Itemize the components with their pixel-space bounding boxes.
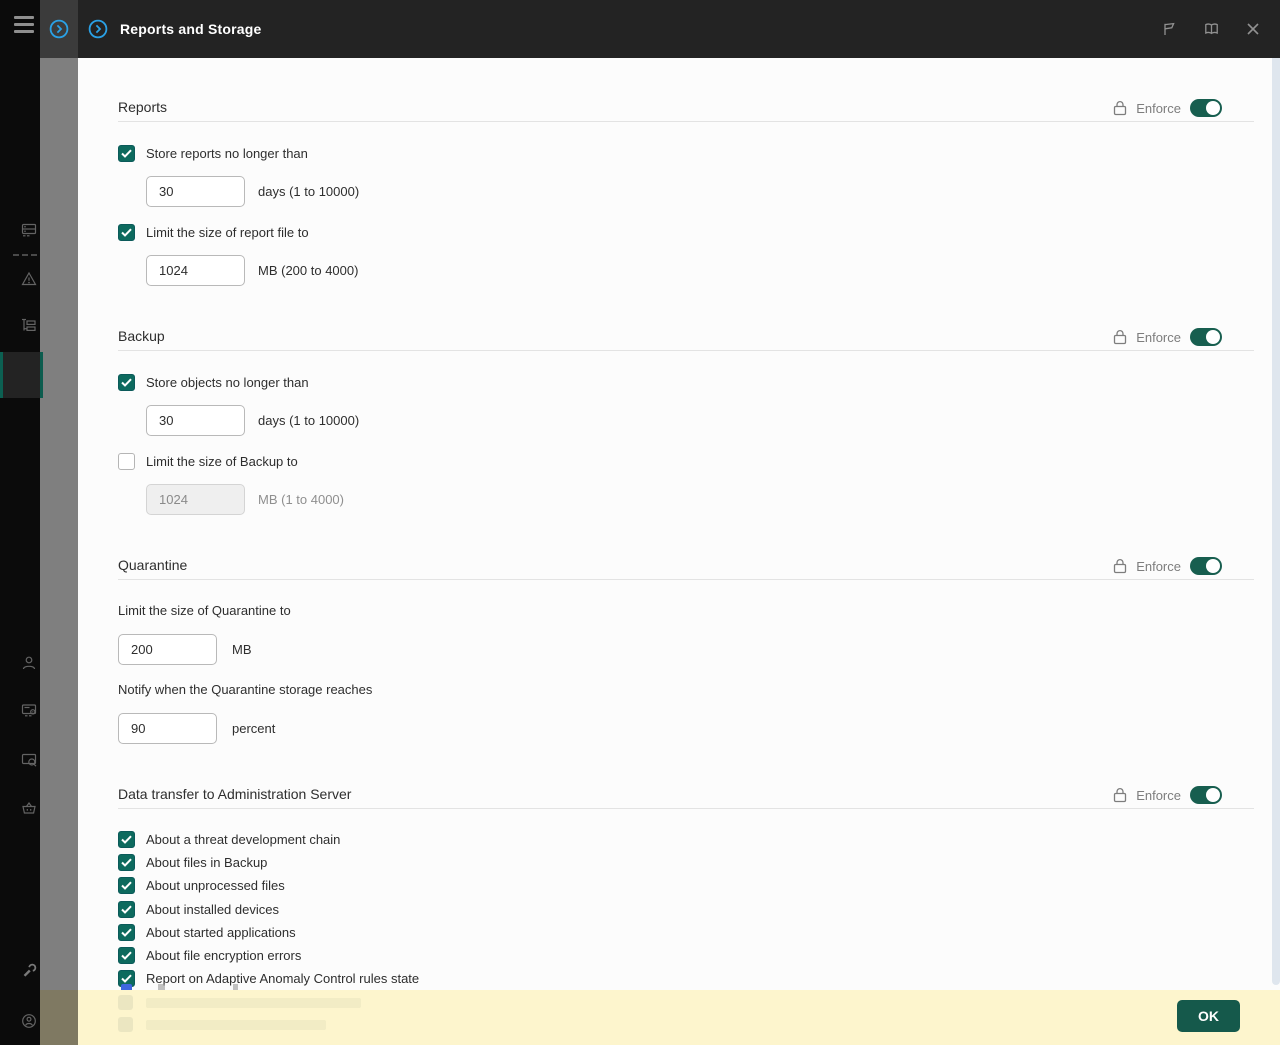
checkbox-limit-backup-size[interactable] bbox=[118, 453, 135, 470]
checkbox-label: About a threat development chain bbox=[146, 832, 340, 847]
lock-icon bbox=[1113, 787, 1127, 803]
section-divider bbox=[118, 579, 1254, 580]
enforce-toggle[interactable] bbox=[1190, 99, 1222, 117]
ghost-checkbox bbox=[118, 1017, 133, 1032]
checkbox-label: Limit the size of report file to bbox=[146, 225, 309, 240]
backup-size-input bbox=[146, 484, 245, 515]
enforce-toggle[interactable] bbox=[1190, 786, 1222, 804]
unit-label: MB (1 to 4000) bbox=[258, 492, 344, 507]
backup-days-input[interactable] bbox=[146, 405, 245, 436]
ghost-label bbox=[146, 998, 361, 1008]
dimmed-nav-header bbox=[40, 0, 78, 58]
checkbox-started-applications[interactable] bbox=[118, 924, 135, 941]
report-size-input[interactable] bbox=[146, 255, 245, 286]
unit-label: MB (200 to 4000) bbox=[258, 263, 358, 278]
checkbox-encryption-errors[interactable] bbox=[118, 947, 135, 964]
unit-label: days (1 to 10000) bbox=[258, 184, 359, 199]
section-title-quarantine: Quarantine bbox=[118, 557, 187, 573]
panel-header: Reports and Storage bbox=[78, 0, 1280, 58]
hamburger-menu-icon[interactable] bbox=[14, 16, 34, 33]
checkbox-label: About installed devices bbox=[146, 902, 279, 917]
flag-icon[interactable] bbox=[1160, 20, 1178, 38]
devices-icon[interactable] bbox=[21, 222, 37, 238]
action-footer: OK bbox=[78, 990, 1280, 1045]
checkbox-label: About started applications bbox=[146, 925, 296, 940]
quarantine-notify-input[interactable] bbox=[118, 713, 217, 744]
quarantine-size-input[interactable] bbox=[118, 634, 217, 665]
discovery-icon[interactable] bbox=[21, 752, 37, 768]
checkbox-unprocessed-files[interactable] bbox=[118, 877, 135, 894]
field-label: Notify when the Quarantine storage reach… bbox=[118, 682, 372, 697]
lock-icon bbox=[1113, 329, 1127, 345]
blue-circle-chevron-icon bbox=[49, 19, 69, 39]
page-title: Reports and Storage bbox=[120, 21, 262, 37]
blue-circle-chevron-icon bbox=[88, 19, 108, 39]
enforce-label: Enforce bbox=[1136, 330, 1181, 345]
console-settings-icon[interactable] bbox=[21, 702, 37, 718]
lock-icon bbox=[1113, 100, 1127, 116]
checkbox-label: About file encryption errors bbox=[146, 948, 301, 963]
unit-label: MB bbox=[232, 642, 252, 657]
wrench-icon[interactable] bbox=[21, 963, 37, 979]
enforce-control-reports: Enforce bbox=[1113, 98, 1222, 118]
unit-label: days (1 to 10000) bbox=[258, 413, 359, 428]
enforce-label: Enforce bbox=[1136, 559, 1181, 574]
dimmed-selected-indicator bbox=[40, 352, 43, 398]
user-icon[interactable] bbox=[21, 655, 37, 671]
checkbox-label: Store objects no longer than bbox=[146, 375, 309, 390]
account-icon[interactable] bbox=[21, 1013, 37, 1029]
unit-label: percent bbox=[232, 721, 275, 736]
enforce-label: Enforce bbox=[1136, 788, 1181, 803]
enforce-control-backup: Enforce bbox=[1113, 327, 1222, 347]
app-sidebar bbox=[0, 0, 40, 1045]
checkbox-label: Limit the size of Backup to bbox=[146, 454, 298, 469]
sidebar-item-selected[interactable] bbox=[0, 352, 43, 398]
checkbox-installed-devices[interactable] bbox=[118, 901, 135, 918]
marketplace-icon[interactable] bbox=[21, 800, 37, 816]
field-label: Limit the size of Quarantine to bbox=[118, 603, 291, 618]
section-title-backup: Backup bbox=[118, 328, 165, 344]
checkbox-files-backup[interactable] bbox=[118, 854, 135, 871]
enforce-label: Enforce bbox=[1136, 101, 1181, 116]
section-divider bbox=[118, 808, 1254, 809]
checkbox-store-objects[interactable] bbox=[118, 374, 135, 391]
dimmed-background-window bbox=[40, 0, 78, 1045]
report-days-input[interactable] bbox=[146, 176, 245, 207]
section-title-reports: Reports bbox=[118, 99, 167, 115]
checkbox-label: About files in Backup bbox=[146, 855, 267, 870]
enforce-toggle[interactable] bbox=[1190, 557, 1222, 575]
checkbox-label: Store reports no longer than bbox=[146, 146, 308, 161]
enforce-control-data-transfer: Enforce bbox=[1113, 785, 1222, 805]
checkbox-label: About unprocessed files bbox=[146, 878, 285, 893]
ok-button[interactable]: OK bbox=[1177, 1000, 1240, 1032]
checkbox-limit-report-size[interactable] bbox=[118, 224, 135, 241]
policies-icon[interactable] bbox=[21, 318, 37, 334]
book-icon[interactable] bbox=[1202, 20, 1220, 38]
ghost-checkbox bbox=[118, 995, 133, 1010]
lock-icon bbox=[1113, 558, 1127, 574]
sidebar-divider bbox=[13, 254, 37, 256]
checkbox-store-reports[interactable] bbox=[118, 145, 135, 162]
section-divider bbox=[118, 350, 1254, 351]
section-divider bbox=[118, 121, 1254, 122]
vertical-scrollbar[interactable] bbox=[1272, 58, 1280, 985]
ghost-label bbox=[146, 1020, 326, 1030]
section-title-data-transfer: Data transfer to Administration Server bbox=[118, 786, 351, 802]
warning-icon[interactable] bbox=[21, 271, 37, 287]
dimmed-footer-strip bbox=[40, 990, 78, 1045]
close-icon[interactable] bbox=[1244, 20, 1262, 38]
checkbox-threat-chain[interactable] bbox=[118, 831, 135, 848]
enforce-control-quarantine: Enforce bbox=[1113, 556, 1222, 576]
enforce-toggle[interactable] bbox=[1190, 328, 1222, 346]
